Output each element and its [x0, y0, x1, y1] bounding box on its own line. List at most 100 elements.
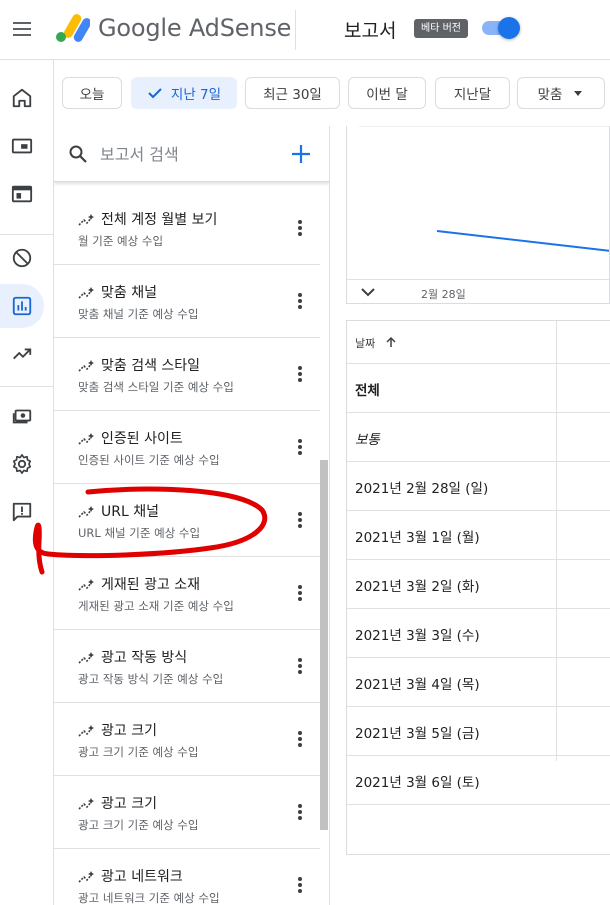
- chip-today[interactable]: 오늘: [62, 77, 122, 109]
- report-list-item[interactable]: 광고 크기광고 크기 기준 예상 수입: [54, 776, 320, 849]
- report-title: 맞춤 검색 스타일: [101, 358, 201, 374]
- date-column-header[interactable]: 날짜: [355, 335, 375, 351]
- more-options-icon[interactable]: [292, 289, 308, 313]
- nav-payments[interactable]: [0, 394, 44, 438]
- nav-divider: [0, 234, 54, 235]
- nav-optimization[interactable]: [0, 332, 44, 376]
- report-subtitle: 광고 네트워크 기준 예상 수입: [78, 891, 220, 905]
- more-options-icon[interactable]: [292, 873, 308, 897]
- settings-icon: [12, 454, 32, 474]
- sort-ascending-icon[interactable]: [385, 336, 397, 348]
- date-cell: 전체: [355, 383, 380, 399]
- sparkle-icon: [78, 725, 94, 737]
- nav-sites[interactable]: [0, 172, 44, 216]
- more-options-icon[interactable]: [292, 216, 308, 240]
- page-title: 보고서: [344, 20, 397, 42]
- top-app-bar: Google AdSense 보고서 베타 버전: [0, 0, 610, 60]
- report-list-item[interactable]: 광고 네트워크 광고 네트워크 기준 예상 수입: [54, 849, 320, 905]
- chip-this-month[interactable]: 이번 달: [348, 77, 426, 109]
- table-row: 2021년 2월 28일 (일): [347, 462, 610, 511]
- report-list-item[interactable]: 맞춤 검색 스타일맞춤 검색 스타일 기준 예상 수입: [54, 338, 320, 411]
- report-subtitle: 게재된 광고 소재 기준 예상 수입: [78, 599, 234, 613]
- report-title: 광고 작동 방식: [101, 650, 188, 666]
- nav-reports[interactable]: [0, 284, 44, 328]
- chart-date-label: 2월 28일: [421, 288, 466, 301]
- payments-icon: [12, 409, 32, 424]
- feedback-icon: [12, 502, 32, 522]
- home-icon: [12, 88, 32, 108]
- report-list-item[interactable]: 게재된 광고 소재게재된 광고 소재 기준 예상 수입: [54, 557, 320, 630]
- report-list-item[interactable]: 전체 계정 월별 보기 월 기준 예상 수입: [54, 192, 320, 265]
- report-search-input[interactable]: [100, 140, 280, 168]
- date-cell: 2021년 3월 4일 (목): [355, 677, 480, 693]
- chip-last-30-days[interactable]: 최근 30일: [245, 77, 340, 109]
- more-options-icon[interactable]: [292, 581, 308, 605]
- nav-settings[interactable]: [0, 442, 44, 486]
- report-subtitle: 맞춤 검색 스타일 기준 예상 수입: [78, 380, 234, 394]
- date-cell: 2021년 3월 5일 (금): [355, 726, 480, 742]
- sparkle-icon: [78, 871, 94, 883]
- report-list-item[interactable]: 맞춤 채널 맞춤 채널 기준 예상 수입: [54, 265, 320, 338]
- chip-last-month[interactable]: 지난달: [435, 77, 510, 109]
- beta-badge: 베타 버전: [414, 19, 468, 38]
- chip-last-7-days[interactable]: 지난 7일: [131, 77, 237, 109]
- menu-icon[interactable]: [12, 19, 32, 39]
- table-row: 2021년 3월 5일 (금): [347, 707, 610, 756]
- nav-ads[interactable]: [0, 124, 44, 168]
- sparkle-icon: [78, 214, 94, 226]
- report-title: 인증된 사이트: [101, 431, 183, 447]
- chart-footer: 2월 28일: [347, 279, 609, 303]
- nav-home[interactable]: [0, 76, 44, 120]
- sites-icon: [11, 185, 33, 203]
- chip-custom[interactable]: 맞춤: [517, 77, 605, 109]
- reports-panel: 전체 계정 월별 보기월 기준 예상 수입맞춤 채널맞춤 채널 기준 예상 수입…: [54, 126, 330, 905]
- report-title: 전체 계정 월별 보기: [101, 212, 218, 228]
- search-icon: [69, 145, 87, 163]
- sparkle-icon: [78, 798, 94, 810]
- report-search-bar: [54, 126, 329, 182]
- more-options-icon[interactable]: [292, 800, 308, 824]
- ads-icon: [11, 138, 33, 154]
- beta-toggle[interactable]: [482, 17, 520, 39]
- panel-scrollbar[interactable]: [320, 460, 328, 830]
- report-subtitle: 광고 크기 기준 예상 수입: [78, 818, 199, 832]
- report-subtitle: 광고 작동 방식 기준 예상 수입: [78, 672, 224, 686]
- report-list-item[interactable]: URL 채널 URL 채널 기준 예상 수입: [54, 484, 320, 557]
- nav-feedback[interactable]: [0, 490, 44, 534]
- report-title: URL 채널: [101, 504, 159, 520]
- table-row: 2021년 3월 1일 (월): [347, 511, 610, 560]
- sparkle-icon: [78, 360, 94, 372]
- adsense-logo-icon: [56, 14, 90, 42]
- expand-chevron-icon[interactable]: [359, 285, 377, 299]
- date-cell: 2021년 3월 3일 (수): [355, 628, 480, 644]
- optimization-icon: [13, 348, 32, 360]
- table-row: 전체: [347, 364, 610, 413]
- table-row: 2021년 3월 3일 (수): [347, 609, 610, 658]
- check-icon: [148, 88, 162, 99]
- date-cell: 2021년 3월 2일 (화): [355, 579, 480, 595]
- sparkle-icon: [78, 506, 94, 518]
- report-list-item[interactable]: 인증된 사이트 인증된 사이트 기준 예상 수입: [54, 411, 320, 484]
- more-options-icon[interactable]: [292, 654, 308, 678]
- report-title: 게재된 광고 소재: [101, 577, 201, 593]
- date-cell: 2021년 3월 6일 (토): [355, 775, 480, 791]
- more-options-icon[interactable]: [292, 727, 308, 751]
- report-subtitle: URL 채널 기준 예상 수입: [78, 526, 201, 540]
- report-subtitle: 광고 크기 기준 예상 수입: [78, 745, 199, 759]
- dropdown-arrow-icon: [574, 91, 583, 96]
- table-row: 보통: [347, 413, 610, 462]
- date-range-chips: 오늘 지난 7일 최근 30일 이번 달 지난달 맞춤: [54, 60, 610, 126]
- add-report-icon[interactable]: [288, 141, 314, 167]
- report-list-item[interactable]: 광고 작동 방식광고 작동 방식 기준 예상 수입: [54, 630, 320, 703]
- report-list-item[interactable]: 광고 크기광고 크기 기준 예상 수입: [54, 703, 320, 776]
- date-cell: 보통: [355, 432, 380, 448]
- chart-series-line: [436, 230, 609, 252]
- more-options-icon[interactable]: [292, 508, 308, 532]
- more-options-icon[interactable]: [292, 435, 308, 459]
- nav-blocking[interactable]: [0, 236, 44, 280]
- sparkle-icon: [78, 579, 94, 591]
- more-options-icon[interactable]: [292, 362, 308, 386]
- left-navigation: [0, 60, 54, 905]
- report-title: 광고 크기: [101, 723, 157, 739]
- report-title: 광고 크기: [101, 796, 157, 812]
